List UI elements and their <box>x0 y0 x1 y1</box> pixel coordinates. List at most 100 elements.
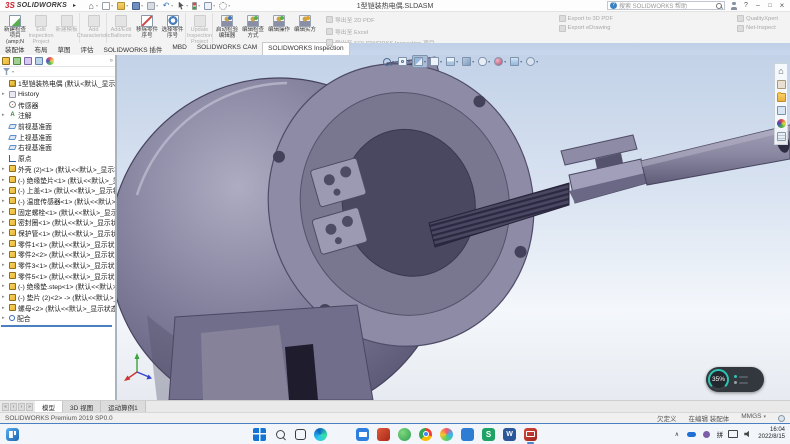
expand-arrow-icon[interactable] <box>2 251 7 257</box>
cast-display-icon[interactable] <box>728 429 738 439</box>
hud-button[interactable] <box>429 56 443 67</box>
expand-arrow-icon[interactable] <box>2 166 7 172</box>
nav-prev-icon[interactable] <box>10 403 17 411</box>
expand-arrow-icon[interactable] <box>2 273 7 279</box>
nav-last-icon[interactable] <box>26 403 33 411</box>
document-tab[interactable]: 运动算例1 <box>101 401 146 412</box>
tree-item[interactable]: (-) 温度传感器<1> (默认<<默认>_显 <box>0 196 115 207</box>
status-tag-icon[interactable] <box>778 415 785 422</box>
hud-button[interactable] <box>413 56 427 67</box>
qat-button[interactable] <box>132 2 143 10</box>
ribbon-button[interactable]: 编辑检查方式 <box>240 13 266 43</box>
task-view-icon[interactable] <box>295 429 306 440</box>
qat-button[interactable] <box>162 2 173 10</box>
qat-button[interactable] <box>87 2 98 10</box>
tree-item[interactable]: 零件5<1> (默认<<默认>_显示状态 <box>0 270 115 281</box>
recorder-zoom-badge[interactable]: 35% <box>706 367 764 392</box>
tree-item[interactable]: 保护管<1> (默认<<默认>_显示状 <box>0 228 115 239</box>
app-colorful-icon[interactable] <box>440 428 453 441</box>
tree-item[interactable]: 配合 <box>0 313 115 324</box>
design-library-icon[interactable] <box>777 80 786 89</box>
close-icon[interactable] <box>776 1 788 11</box>
ribbon-tab[interactable]: SOLIDWORKS CAM <box>192 42 262 55</box>
chrome-icon[interactable] <box>419 428 432 441</box>
expand-arrow-icon[interactable] <box>2 230 7 236</box>
qat-button[interactable] <box>204 2 215 10</box>
ribbon-button[interactable]: Export eDrawing <box>559 25 613 32</box>
tree-item[interactable]: 1型铠装热电偶 (默认<默认_显示状态-1> <box>0 78 115 89</box>
app-red-icon[interactable] <box>377 428 390 441</box>
panel-tab[interactable] <box>13 55 21 70</box>
appearances-icon[interactable] <box>777 119 786 128</box>
graphics-area[interactable]: 35% <box>117 55 790 400</box>
ribbon-tab[interactable]: SOLIDWORKS 插件 <box>99 42 168 55</box>
ribbon-tab[interactable]: SOLIDWORKS Inspection <box>262 42 350 55</box>
ribbon-tab[interactable]: 草图 <box>53 42 76 55</box>
tree-item[interactable]: 零件1<1> (默认<<默认>_显示状态 <box>0 238 115 249</box>
status-item[interactable]: 在编辑 装配体 <box>688 413 729 423</box>
app-w-icon[interactable] <box>503 428 516 441</box>
3d-model[interactable] <box>117 55 790 400</box>
expand-arrow-icon[interactable] <box>2 177 7 183</box>
file-explorer-icon[interactable] <box>335 428 348 441</box>
tree-item[interactable]: 零件2<2> (默认<<默认>_显示状态 <box>0 249 115 260</box>
tree-item[interactable]: 零件3<1> (默认<<默认>_显示状态 <box>0 260 115 271</box>
app-s-icon[interactable] <box>482 428 495 441</box>
search-icon[interactable] <box>274 428 287 441</box>
panel-tab[interactable] <box>46 55 54 70</box>
start-icon[interactable] <box>253 428 266 441</box>
document-tab[interactable]: 3D 视图 <box>63 401 101 412</box>
qat-button[interactable] <box>102 2 113 10</box>
nav-first-icon[interactable] <box>2 403 9 411</box>
expand-arrow-icon[interactable] <box>2 262 7 268</box>
panel-tab[interactable] <box>35 55 43 70</box>
file-explorer-icon[interactable] <box>777 93 786 102</box>
solidworks-active-icon[interactable] <box>524 428 537 441</box>
chevron-up-icon[interactable] <box>672 429 682 439</box>
taskbar-clock[interactable]: 16:04 2022/8/15 <box>758 427 785 441</box>
onedrive-icon[interactable] <box>687 429 697 439</box>
view-palette-icon[interactable] <box>777 106 786 115</box>
expand-arrow-icon[interactable] <box>2 209 7 215</box>
ribbon-tab[interactable]: 评估 <box>76 42 99 55</box>
minimize-icon[interactable] <box>752 1 764 11</box>
mail-icon[interactable] <box>356 428 369 441</box>
nav-next-icon[interactable] <box>18 403 25 411</box>
home-icon[interactable] <box>777 67 786 76</box>
ribbon-button[interactable]: Export to 3D PDF <box>559 15 613 22</box>
tree-item[interactable]: 原点 <box>0 153 115 164</box>
ribbon-button[interactable]: Edit Inspection Project <box>28 13 54 43</box>
search-icon[interactable] <box>716 3 722 9</box>
qat-button[interactable] <box>147 2 158 10</box>
qat-button[interactable] <box>117 2 128 10</box>
ribbon-button[interactable]: 移除零件序号 <box>134 13 160 43</box>
ribbon-button[interactable]: 编辑实方 <box>292 13 318 43</box>
ribbon-tab[interactable]: 布局 <box>30 42 53 55</box>
hud-button[interactable] <box>493 56 507 67</box>
expand-arrow-icon[interactable] <box>2 219 7 225</box>
ribbon-button[interactable]: Net-Inspect <box>737 25 778 32</box>
hud-button[interactable] <box>397 56 411 67</box>
panel-tab[interactable] <box>2 55 10 70</box>
tree-item[interactable]: 右视基准面 <box>0 142 115 153</box>
expand-arrow-icon[interactable] <box>2 91 7 97</box>
qat-button[interactable] <box>177 2 188 10</box>
menu-flyout-arrow-icon[interactable] <box>73 2 76 9</box>
expand-arrow-icon[interactable] <box>2 112 7 118</box>
tree-item[interactable]: 密封圈<1> (默认<<默认>_显示状态 <box>0 217 115 228</box>
widgets-icon[interactable] <box>6 428 19 441</box>
edge-icon[interactable] <box>314 428 327 441</box>
user-icon[interactable] <box>728 1 740 11</box>
expand-arrow-icon[interactable] <box>2 305 7 311</box>
status-item[interactable]: MMGS <box>741 413 766 423</box>
app-blue-icon[interactable] <box>461 428 474 441</box>
search-input[interactable]: 搜索 SOLIDWORKS 帮助 <box>607 1 725 10</box>
volume-icon[interactable] <box>743 429 753 439</box>
recorder-toggles[interactable] <box>734 375 748 384</box>
document-tab[interactable]: 模型 <box>35 401 63 412</box>
expand-arrow-icon[interactable] <box>2 294 7 300</box>
ime-indicator[interactable]: 拼 <box>717 429 724 439</box>
hud-button[interactable] <box>477 56 491 67</box>
ribbon-button[interactable]: Update Inspection Project <box>187 13 213 43</box>
tree-item[interactable]: (-) 绝缘垫.step<1> (默认<<默认> <box>0 281 115 292</box>
